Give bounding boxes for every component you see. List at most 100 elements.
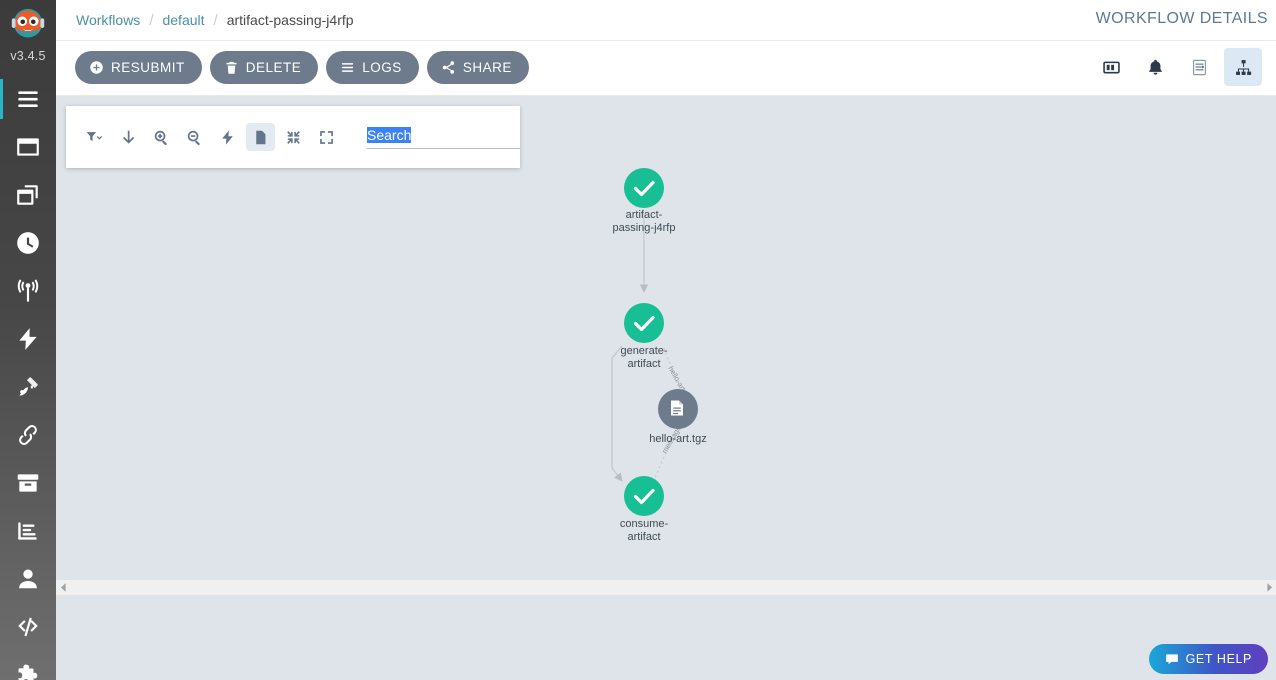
breadcrumb-separator: / (213, 11, 218, 29)
sidebar-nav (0, 75, 56, 680)
share-button-label: SHARE (462, 60, 512, 75)
sidebar-item-reports[interactable] (0, 507, 56, 555)
graph-node-hello-art-tgz[interactable]: hello-art.tgz (649, 389, 707, 445)
user-icon (19, 569, 37, 589)
view-toggle-buttons (1092, 48, 1262, 86)
graph-node-label: passing-j4rfp (613, 222, 676, 234)
fullscreen-button[interactable] (312, 123, 341, 151)
arrow-down-icon (123, 130, 135, 144)
lightning-icon (222, 129, 233, 145)
filter-button[interactable] (80, 123, 110, 151)
get-help-button[interactable]: GET HELP (1148, 644, 1268, 674)
graph-node-label: generate- (620, 345, 667, 357)
resubmit-button-label: RESUBMIT (111, 60, 185, 75)
graph-node-label: artifact- (626, 209, 663, 221)
edge-n2-n4 (611, 345, 623, 482)
show-artifacts-button[interactable] (246, 123, 275, 151)
share-button[interactable]: SHARE (426, 51, 529, 84)
delete-button[interactable]: DELETE (209, 51, 319, 84)
zoom-out-icon (187, 130, 200, 145)
plus-circle-icon (90, 61, 103, 74)
code-icon (18, 617, 38, 637)
breadcrumb-item-namespace[interactable]: default (162, 12, 204, 28)
chart-icon (18, 522, 37, 540)
search-input[interactable] (367, 125, 520, 149)
archive-icon (17, 474, 39, 492)
breadcrumb-separator: / (149, 11, 154, 29)
topbar: Workflows / default / artifact-passing-j… (56, 0, 1276, 41)
sidebar-item-cron[interactable] (0, 219, 56, 267)
scroll-right-button[interactable] (1262, 579, 1276, 596)
sidebar-item-events[interactable] (0, 267, 56, 315)
zoom-out-button[interactable] (180, 123, 209, 151)
bell-icon (1148, 59, 1162, 75)
satellite-icon (19, 377, 38, 396)
trash-icon (226, 61, 237, 74)
delete-button-label: DELETE (245, 60, 302, 75)
logs-button-label: LOGS (362, 60, 402, 75)
logs-button[interactable]: LOGS (326, 51, 419, 84)
lightning-icon (19, 328, 37, 350)
graph-node-label: artifact (627, 358, 660, 370)
puzzle-icon (18, 664, 38, 680)
workflow-graph-button[interactable] (1224, 48, 1262, 86)
graph-node-label: artifact (627, 531, 660, 543)
fit-button[interactable] (279, 123, 308, 151)
page-title: WORKFLOW DETAILS (1095, 10, 1268, 27)
graph-node-consume-artifact[interactable]: consume- artifact (620, 476, 669, 543)
filter-chevron-icon (86, 131, 103, 141)
sidebar-item-sensors[interactable] (0, 315, 56, 363)
document-icon (671, 400, 683, 416)
scroll-right-icon (1266, 583, 1272, 592)
link-icon (19, 425, 37, 445)
sidebar-item-plugins[interactable] (0, 651, 56, 680)
toggle-sidepanel-button[interactable] (1092, 48, 1130, 86)
breadcrumb-item-current: artifact-passing-j4rfp (226, 12, 354, 28)
sidebar-item-templates[interactable] (0, 171, 56, 219)
scroll-left-button[interactable] (56, 579, 70, 596)
workflow-details-page: v3.4.5 Workflows / default / artifact-pa… (0, 0, 1276, 680)
search-field-wrapper (367, 125, 520, 149)
action-buttons: RESUBMIT DELETE LOGS SHARE (75, 51, 529, 84)
layers-icon (17, 185, 38, 205)
list-icon (342, 63, 354, 72)
clock-icon (17, 232, 39, 254)
share-icon (442, 61, 454, 74)
layout-button[interactable] (114, 123, 143, 151)
canvas-bottom-area (56, 596, 1276, 680)
fast-render-button[interactable] (213, 123, 242, 151)
menu-icon (18, 91, 38, 108)
sidebar: v3.4.5 (0, 0, 56, 680)
sidebar-item-api-docs[interactable] (0, 603, 56, 651)
compress-icon (287, 130, 300, 144)
graph-node-label: hello-art.tgz (649, 433, 706, 445)
edge-label-hello-art: hello-art (666, 365, 688, 394)
graph-node-generate-artifact[interactable]: generate- artifact (620, 303, 668, 370)
expand-icon (320, 130, 333, 144)
argo-octopus-logo[interactable] (6, 6, 50, 48)
get-help-label: GET HELP (1185, 652, 1252, 666)
graph-node-label: consume- (620, 518, 669, 530)
document-list-icon (1192, 59, 1206, 75)
antenna-icon (17, 279, 39, 302)
workflow-graph: hello-art message artifact- passing-j4rf… (611, 168, 707, 543)
sidebar-item-archive[interactable] (0, 459, 56, 507)
workflow-yaml-button[interactable] (1180, 48, 1218, 86)
breadcrumb-item-workflows[interactable]: Workflows (76, 12, 140, 28)
sidebar-item-webhooks[interactable] (0, 411, 56, 459)
action-bar: RESUBMIT DELETE LOGS SHARE (56, 41, 1276, 96)
sidebar-item-user[interactable] (0, 555, 56, 603)
sidebar-item-event-flow[interactable] (0, 363, 56, 411)
zoom-in-button[interactable] (147, 123, 176, 151)
scroll-left-icon (60, 583, 66, 592)
sidebar-item-menu[interactable] (0, 75, 56, 123)
workflow-graph-canvas[interactable]: hello-art message artifact- passing-j4rf… (56, 96, 1276, 579)
notifications-button[interactable] (1136, 48, 1174, 86)
graph-node-artifact-passing-j4rfp[interactable]: artifact- passing-j4rfp (613, 168, 676, 234)
resubmit-button[interactable]: RESUBMIT (75, 51, 202, 84)
breadcrumb: Workflows / default / artifact-passing-j… (76, 12, 354, 29)
horizontal-scrollbar[interactable] (56, 579, 1276, 596)
graph-toolbar (66, 106, 520, 168)
document-icon (256, 130, 266, 144)
sidebar-item-workflows[interactable] (0, 123, 56, 171)
